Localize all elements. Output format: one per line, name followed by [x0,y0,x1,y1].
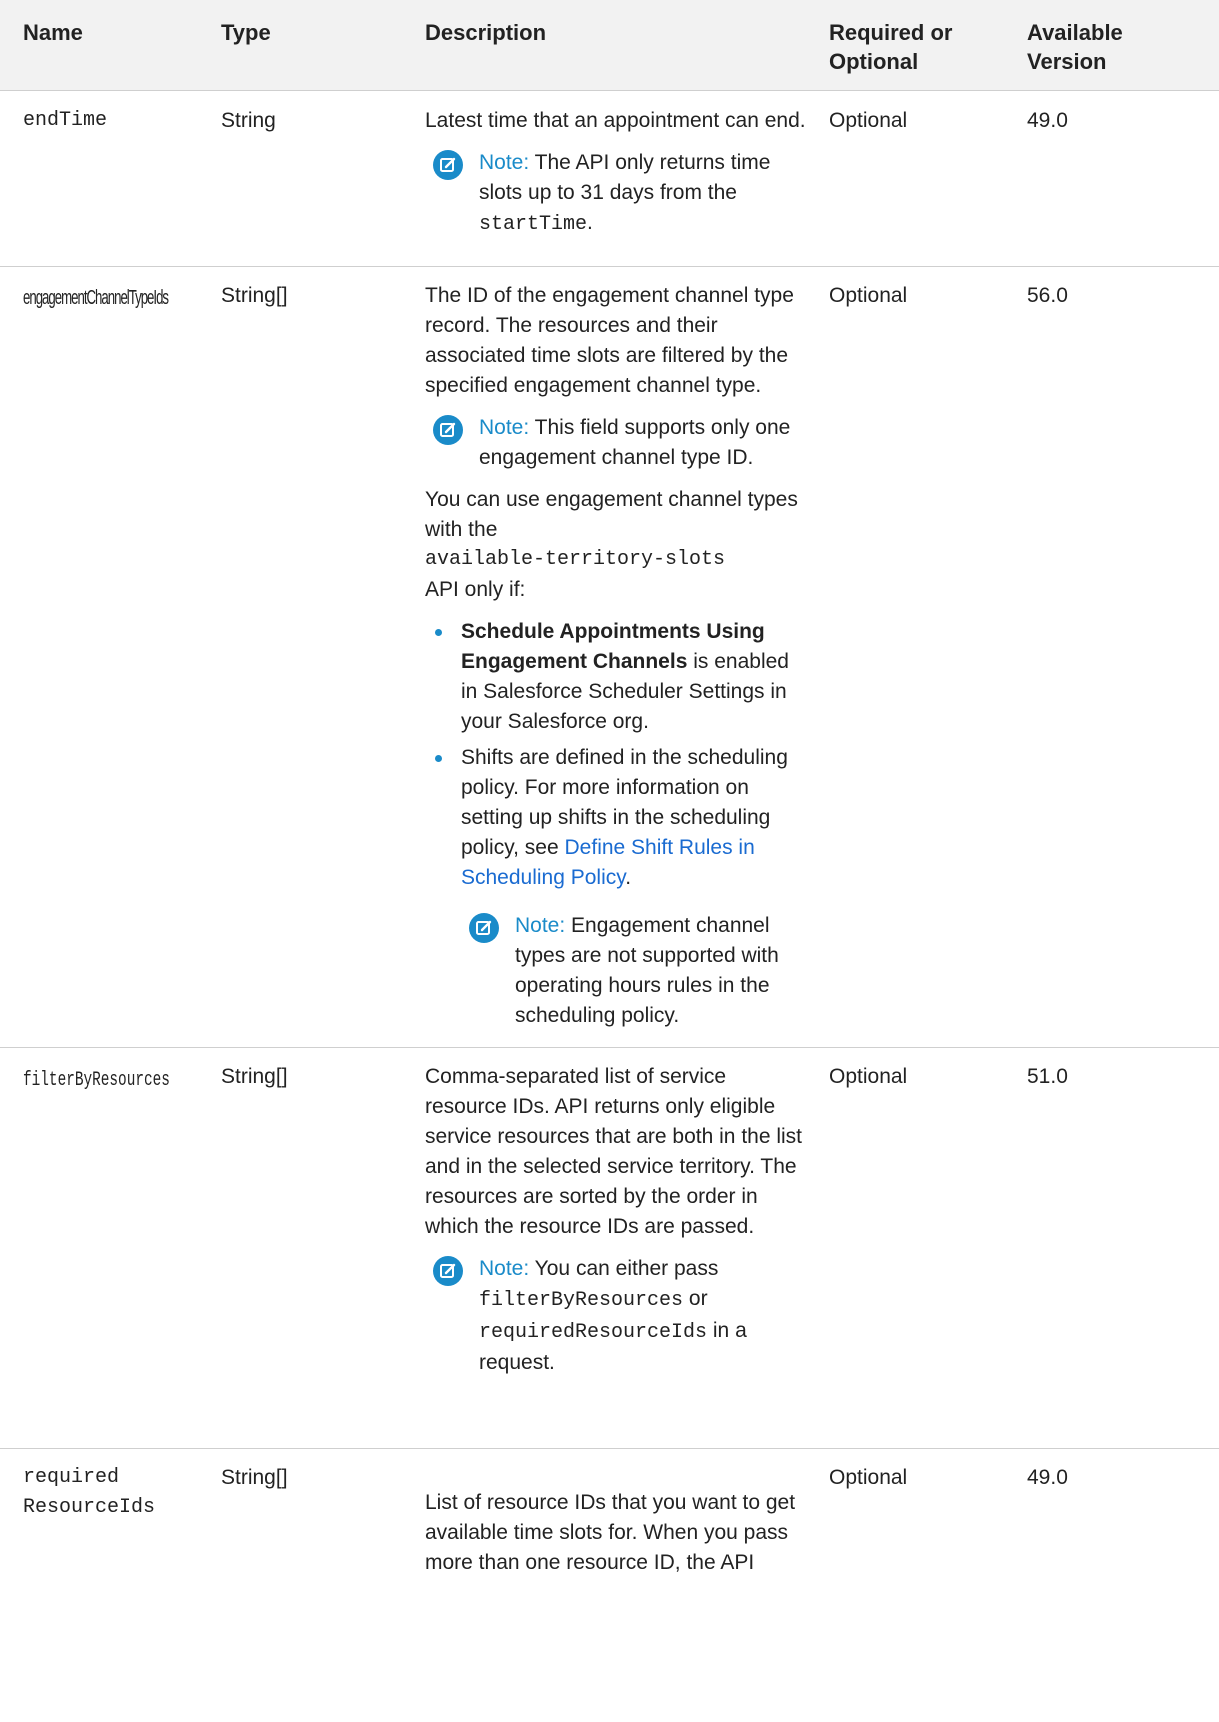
header-version-line1: Available [1027,20,1123,45]
note-in: in [712,1319,730,1342]
param-name-text: filterByResources [23,1069,170,1092]
description-text: Latest time that an appointment can end. [425,109,806,132]
header-required: Required or Optional [829,18,952,76]
param-name-line1: required [23,1466,120,1489]
bullet-icon [435,629,442,636]
header-description: Description [425,20,547,45]
note-text: You can either pass [534,1257,719,1280]
param-required: Optional [829,284,908,307]
param-description: The ID of the engagement channel type re… [425,281,810,1037]
header-version: Available Version [1027,18,1123,76]
param-type: String[] [221,284,288,307]
param-version: 49.0 [1027,1466,1068,1489]
param-required: Optional [829,1466,908,1489]
note-label: Note: [479,1257,530,1280]
param-version: 56.0 [1027,284,1068,307]
note-edit-icon [433,150,463,180]
note-box: Note: This field supports only one engag… [425,413,810,473]
param-name: required ResourceIds [23,1463,155,1523]
description-text: Comma-separated list of service resource… [425,1065,803,1238]
param-name: engagementChannelTypeIds [23,283,243,313]
bullet-end: . [625,866,632,889]
note-label: Note: [515,914,566,937]
note-end: . [587,211,593,234]
note-code: startTime [479,213,588,236]
param-type: String [221,109,276,132]
param-name-text: engagementChannelTypeIds [23,287,169,309]
param-required: Optional [829,1065,908,1088]
note-box: Note: You can either pass filterByResour… [425,1254,810,1378]
bullet-icon [435,755,442,762]
param-name-line2: ResourceIds [23,1496,156,1519]
header-required-line2: Optional [829,49,919,74]
table-row: filterByResources String[] Comma-separat… [0,1047,1219,1449]
header-version-line2: Version [1027,49,1107,74]
header-required-line1: Required or [829,20,953,45]
conditions-list: Schedule Appointments Using Engagement C… [425,617,810,1031]
note-edit-icon [433,1256,463,1286]
note-label: Note: [479,151,530,174]
usage-paragraph: You can use engagement channel types wit… [425,485,810,605]
param-description: List of resource IDs that you want to ge… [425,1488,810,1578]
param-version: 49.0 [1027,109,1068,132]
header-type: Type [221,20,271,45]
usage-text-end: API only if: [425,578,526,601]
param-required: Optional [829,109,908,132]
param-description: Comma-separated list of service resource… [425,1062,810,1378]
list-item: Schedule Appointments Using Engagement C… [425,617,810,737]
note-edit-icon [433,415,463,445]
note-code-filter: filterByResources [479,1289,684,1312]
table-row: required ResourceIds String[] List of re… [0,1448,1219,1722]
param-name: filterByResources [23,1064,227,1096]
param-type: String[] [221,1065,288,1088]
param-name: endTime [23,109,108,132]
note-code-required: requiredResourceIds [479,1321,708,1344]
description-text: List of resource IDs that you want to ge… [425,1491,796,1574]
note-or: or [688,1287,708,1310]
note-label: Note: [479,416,530,439]
table-header: Name Type Description Required or Option… [0,0,1219,91]
table-row: engagementChannelTypeIds String[] The ID… [0,266,1219,1048]
table-row: endTime String Latest time that an appoi… [0,91,1219,267]
usage-text: You can use engagement channel types wit… [425,488,798,541]
param-description: Latest time that an appointment can end.… [425,106,810,240]
header-name: Name [23,20,83,45]
note-edit-icon [469,913,499,943]
usage-code: available-territory-slots [425,548,726,571]
description-text: The ID of the engagement channel type re… [425,284,794,397]
param-version: 51.0 [1027,1065,1068,1088]
note-box: Note: The API only returns time slots up… [425,148,810,240]
param-type: String[] [221,1466,288,1489]
list-item: Shifts are defined in the scheduling pol… [425,743,810,1031]
note-box: Note: Engagement channel types are not s… [461,911,810,1031]
